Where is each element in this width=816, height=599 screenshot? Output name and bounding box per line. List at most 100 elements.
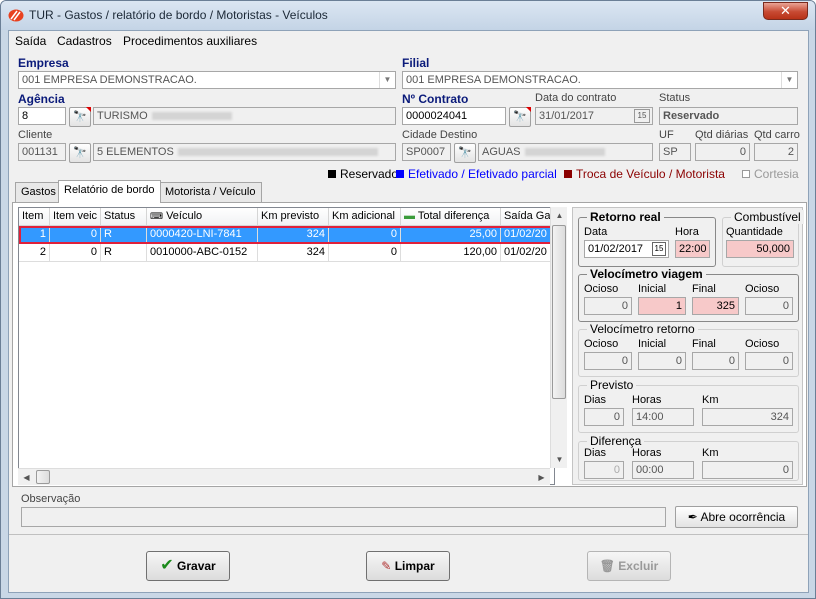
empresa-label: Empresa: [18, 56, 69, 70]
col-header-item-veic[interactable]: Item veic: [50, 208, 101, 226]
vv-ocioso2-field: 0: [745, 297, 793, 315]
tab-motorista-veiculo[interactable]: Motorista / Veículo: [159, 182, 262, 202]
retorno-data-field[interactable]: 01/02/2017 15: [584, 240, 669, 258]
cliente-search-button[interactable]: 🔭: [69, 143, 91, 163]
data-contrato-field: 31/01/2017 15: [535, 107, 653, 125]
legend-efetivado: Efetivado / Efetivado parcial: [396, 167, 557, 181]
binoculars-icon: 🔭: [73, 147, 87, 159]
diferenca-dias-field: 0: [584, 461, 624, 479]
tab-pane: Item Item veic Status ⌨ Veículo Km previ…: [12, 202, 807, 487]
cell-item: 2: [19, 244, 50, 262]
client-area: Saída Cadastros Procedimentos auxiliares…: [8, 30, 809, 593]
binoculars-icon: 🔭: [513, 111, 527, 123]
selection-highlight: [19, 226, 553, 244]
contrato-field[interactable]: 0000024041: [402, 107, 506, 125]
agencia-code-field[interactable]: 8: [18, 107, 66, 125]
observacao-field[interactable]: [21, 507, 666, 527]
col-header-total-diferenca[interactable]: ▬ Total diferença: [401, 208, 501, 226]
chevron-down-icon[interactable]: ▼: [379, 72, 395, 88]
menu-procedimentos[interactable]: Procedimentos auxiliares: [123, 34, 257, 48]
scroll-thumb[interactable]: [36, 470, 50, 484]
col-header-saida[interactable]: Saída Ga: [501, 208, 554, 226]
checkmark-icon: ✔: [160, 557, 174, 574]
vv-ocioso1-label: Ocioso: [584, 283, 619, 295]
close-button[interactable]: ✕: [763, 2, 808, 20]
previsto-group: Previsto Dias 0 Horas 14:00 Km 324: [578, 378, 799, 433]
vr-final-field: 0: [692, 352, 739, 370]
scroll-left-icon[interactable]: ◀: [18, 469, 35, 486]
vv-final-field[interactable]: 325: [692, 297, 739, 315]
col-header-veiculo[interactable]: ⌨ Veículo: [147, 208, 258, 226]
status-label: Status: [659, 92, 691, 104]
tab-gastos[interactable]: Gastos: [15, 182, 62, 202]
previsto-km-label: Km: [702, 394, 719, 406]
vr-ocioso2-label: Ocioso: [745, 338, 780, 350]
vv-inicial-label: Inicial: [638, 283, 667, 295]
vv-ocioso1-field: 0: [584, 297, 632, 315]
contrato-label: Nº Contrato: [402, 92, 469, 106]
cell-saida: 01/02/20: [501, 244, 554, 262]
previsto-km-field: 324: [702, 408, 793, 426]
previsto-horas-field: 14:00: [632, 408, 694, 426]
gravar-button[interactable]: ✔ Gravar: [146, 551, 230, 581]
agencia-name-field: TURISMO: [93, 107, 396, 125]
cidade-name-field: AGUAS: [478, 143, 653, 161]
legend-cortesia: Cortesia: [742, 167, 799, 181]
excluir-button[interactable]: 🗑 Excluir: [587, 551, 671, 581]
vv-ocioso2-label: Ocioso: [745, 283, 780, 295]
legend-troca: Troca de Veículo / Motorista: [564, 167, 725, 181]
vr-ocioso1-label: Ocioso: [584, 338, 619, 350]
filial-combo[interactable]: 001 EMPRESA DEMONSTRACAO. ▼: [402, 71, 798, 89]
uf-label: UF: [659, 129, 674, 141]
retorno-hora-field[interactable]: 22:00: [675, 240, 710, 258]
previsto-horas-label: Horas: [632, 394, 662, 406]
diferenca-horas-label: Horas: [632, 447, 662, 459]
scroll-up-icon[interactable]: ▲: [551, 207, 568, 224]
window-title: TUR - Gastos / relatório de bordo / Moto…: [29, 8, 328, 22]
abre-ocorrencia-button[interactable]: ✒ Abre ocorrência: [675, 506, 798, 528]
retorno-hora-label: Hora: [675, 226, 699, 238]
menu-saida[interactable]: Saída: [15, 34, 46, 48]
chevron-down-icon[interactable]: ▼: [781, 72, 797, 88]
title-bar: TUR - Gastos / relatório de bordo / Moto…: [1, 1, 815, 30]
menu-cadastros[interactable]: Cadastros: [57, 34, 112, 48]
cell-total-diferenca: 120,00: [401, 244, 501, 262]
uf-field: SP: [659, 143, 691, 161]
vr-final-label: Final: [692, 338, 716, 350]
vv-inicial-field[interactable]: 1: [638, 297, 686, 315]
grid-vertical-scrollbar[interactable]: ▲ ▼: [550, 207, 567, 468]
col-header-km-adicional[interactable]: Km adicional: [329, 208, 401, 226]
previsto-dias-label: Dias: [584, 394, 607, 406]
velocimetro-viagem-group: Velocímetro viagem Ocioso 0 Inicial 1 Fi…: [578, 267, 799, 322]
qtd-carro-field: 2: [754, 143, 798, 161]
col-header-km-previsto[interactable]: Km previsto: [258, 208, 329, 226]
combustivel-qtd-field[interactable]: 50,000: [726, 240, 794, 258]
calendar-icon: 15: [634, 109, 650, 123]
cidade-search-button[interactable]: 🔭: [454, 143, 476, 163]
velocimetro-viagem-title: Velocímetro viagem: [587, 267, 706, 281]
cidade-code-field: SP0007: [402, 143, 451, 161]
retorno-real-title: Retorno real: [587, 210, 664, 224]
pen-icon: ✒: [687, 510, 698, 524]
empresa-combo[interactable]: 001 EMPRESA DEMONSTRACAO. ▼: [18, 71, 396, 89]
vr-inicial-field: 0: [638, 352, 686, 370]
col-header-item[interactable]: Item: [19, 208, 50, 226]
calendar-icon[interactable]: 15: [652, 242, 666, 256]
scroll-down-icon[interactable]: ▼: [551, 451, 568, 468]
col-header-status[interactable]: Status: [101, 208, 147, 226]
qtd-carro-label: Qtd carro: [754, 129, 800, 141]
combustivel-qtd-label: Quantidade: [726, 226, 783, 238]
scroll-thumb[interactable]: [552, 225, 566, 399]
cliente-name-field: 5 ELEMENTOS: [93, 143, 396, 161]
cell-km-previsto: 324: [258, 244, 329, 262]
binoculars-icon: 🔭: [458, 147, 472, 159]
app-window: TUR - Gastos / relatório de bordo / Moto…: [0, 0, 816, 599]
scroll-right-icon[interactable]: ▶: [533, 469, 550, 486]
tab-relatorio-bordo[interactable]: Relatório de bordo: [58, 180, 161, 203]
status-field: Reservado: [659, 107, 798, 125]
diferenca-dias-label: Dias: [584, 447, 607, 459]
grid-horizontal-scrollbar[interactable]: ◀ ▶: [18, 468, 550, 485]
cliente-label: Cliente: [18, 129, 53, 141]
vehicle-grid[interactable]: Item Item veic Status ⌨ Veículo Km previ…: [18, 207, 555, 485]
limpar-button[interactable]: ✎ Limpar: [366, 551, 450, 581]
